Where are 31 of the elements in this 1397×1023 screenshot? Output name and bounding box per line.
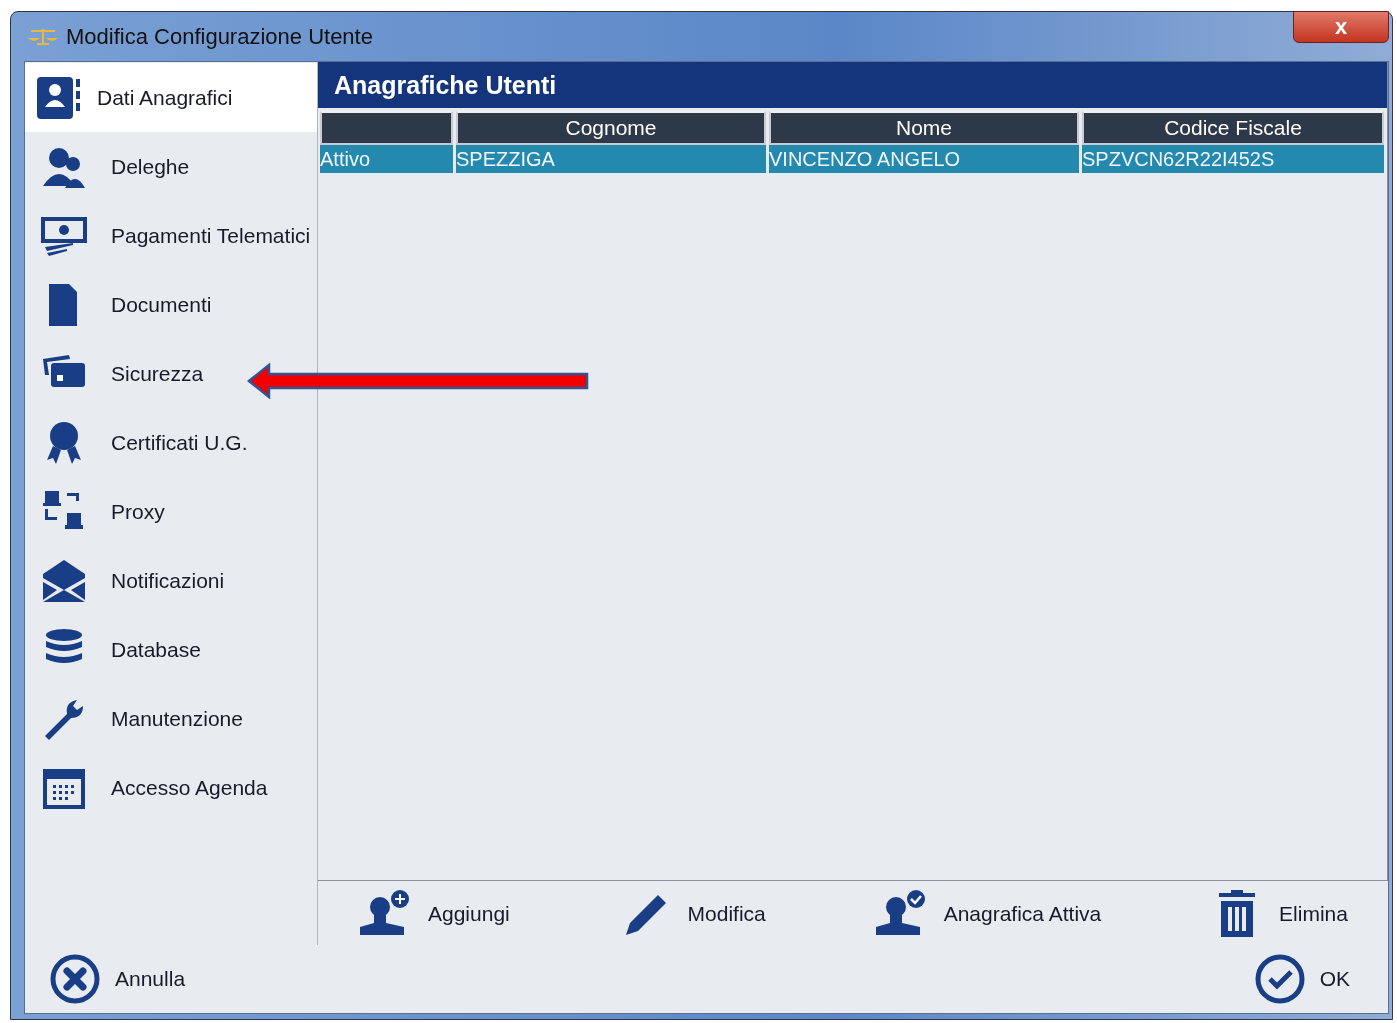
check-circle-icon — [1253, 953, 1306, 1005]
column-header[interactable]: Nome — [769, 111, 1079, 145]
column-header[interactable] — [320, 111, 453, 145]
sidebar-item[interactable]: Proxy — [25, 477, 317, 546]
sidebar-item[interactable]: Manutenzione — [25, 684, 317, 753]
table-cell: SPZVCN62R22I452S — [1082, 145, 1384, 173]
table-cell: VINCENZO ANGELO — [769, 145, 1079, 173]
sidebar-item[interactable]: Sicurezza — [25, 339, 317, 408]
sidebar-item[interactable]: Notificazioni — [25, 546, 317, 615]
scales-icon — [26, 26, 60, 47]
ok-button[interactable]: OK — [1253, 953, 1350, 1005]
cancel-circle-icon — [49, 953, 101, 1005]
sidebar-item[interactable]: Certificati U.G. — [25, 408, 317, 477]
cancel-button[interactable]: Annulla — [49, 953, 186, 1005]
edit-button[interactable]: Modifica — [617, 889, 766, 939]
activate-button[interactable]: Anagrafica Attiva — [873, 889, 1102, 939]
column-header[interactable]: Codice Fiscale — [1082, 111, 1384, 145]
panel-title: Anagrafiche Utenti — [334, 70, 557, 100]
sidebar-item[interactable]: Database — [25, 615, 317, 684]
close-button[interactable]: x — [1293, 11, 1389, 43]
delete-button[interactable]: Elimina — [1209, 889, 1348, 939]
sidebar-item[interactable]: Dati Anagrafici — [25, 63, 317, 132]
add-button[interactable]: Aggiungi — [358, 889, 510, 939]
column-header[interactable]: Cognome — [456, 111, 766, 145]
sidebar-item[interactable]: Pagamenti Telematici — [25, 201, 317, 270]
table-cell: SPEZZIGA — [456, 145, 766, 173]
sidebar-item[interactable]: Deleghe — [25, 132, 317, 201]
sidebar-item[interactable]: Documenti — [25, 270, 317, 339]
window-title: Modifica Configurazione Utente — [66, 23, 374, 50]
table-cell: Attivo — [320, 145, 453, 173]
sidebar-item[interactable]: Accesso Agenda — [25, 753, 317, 822]
